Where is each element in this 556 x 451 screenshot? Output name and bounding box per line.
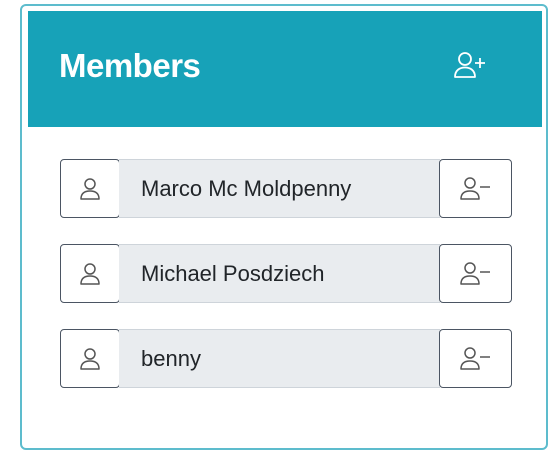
remove-member-button[interactable]: [439, 329, 512, 388]
person-plus-icon: [454, 52, 485, 78]
member-row: benny: [60, 329, 512, 388]
avatar: [60, 244, 120, 303]
remove-member-button[interactable]: [439, 159, 512, 218]
person-dash-icon: [459, 261, 490, 285]
member-row: Marco Mc Moldpenny: [60, 159, 512, 218]
avatar: [60, 159, 120, 218]
avatar: [60, 329, 120, 388]
members-panel: Members Marco Mc Moldpenny Michael Posdz…: [20, 4, 548, 450]
add-member-button[interactable]: [451, 48, 489, 82]
person-dash-icon: [459, 176, 490, 200]
panel-title: Members: [59, 47, 201, 84]
member-name: benny: [119, 329, 440, 388]
remove-member-button[interactable]: [439, 244, 512, 303]
person-icon: [80, 262, 100, 285]
person-icon: [80, 347, 100, 370]
member-row: Michael Posdziech: [60, 244, 512, 303]
member-name: Michael Posdziech: [119, 244, 440, 303]
member-name: Marco Mc Moldpenny: [119, 159, 440, 218]
person-icon: [80, 177, 100, 200]
person-dash-icon: [459, 346, 490, 370]
panel-header: Members: [28, 11, 542, 127]
